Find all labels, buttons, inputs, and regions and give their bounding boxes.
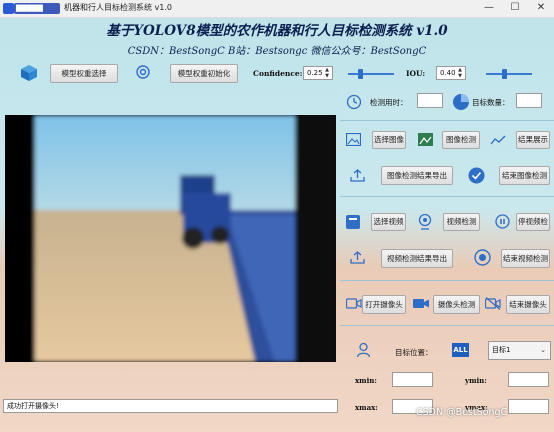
iou-label: IOU: (406, 69, 426, 78)
app-window: ▇▇▇▇▇ 机器和行人目标检测系统 v1.0 — ☐ ✕ 基于YOLOV8模型的… (0, 0, 554, 432)
select-weights-button[interactable]: 模型权重选择 (50, 64, 118, 83)
end-camera-button[interactable]: 结束摄像头 (506, 295, 550, 314)
xmin-value (392, 372, 433, 387)
logo-badge: ▇▇▇▇▇ (14, 3, 60, 14)
confidence-slider-handle[interactable] (358, 69, 363, 79)
confidence-slider[interactable] (348, 69, 394, 79)
upload-icon (350, 251, 365, 264)
image-icon (346, 133, 361, 146)
all-targets-icon: ALL (452, 343, 469, 357)
minimize-button[interactable]: — (476, 0, 502, 17)
divider (340, 280, 554, 281)
init-weights-button[interactable]: 模型权重初始化 (170, 64, 238, 83)
spin-down-icon[interactable]: ▼ (323, 73, 331, 79)
video-display (5, 115, 336, 362)
target-select[interactable]: 目标1 ⌄ (488, 341, 551, 360)
webcam-icon (418, 214, 432, 230)
detect-image-button[interactable]: 图像检测 (442, 131, 480, 149)
iou-slider[interactable] (486, 69, 532, 79)
watermark: CSDN @BestSongC (416, 407, 508, 418)
ymax-value (508, 399, 549, 414)
spin-down-icon[interactable]: ▼ (456, 73, 464, 79)
clock-icon (346, 94, 362, 110)
detect-time-label: 检测用时： (370, 98, 408, 107)
show-result-button[interactable]: 结果展示 (516, 131, 550, 149)
location-user-icon (356, 342, 371, 358)
camera-detect-button[interactable]: 摄像头检测 (433, 295, 480, 314)
confidence-label: Confidence: (253, 69, 303, 78)
camera-frame-image (5, 115, 336, 362)
xmax-label: xmax: (355, 403, 378, 412)
export-image-result-button[interactable]: 图像检测结果导出 (381, 166, 453, 185)
upload-icon (350, 169, 365, 182)
status-bar: 成功打开摄像头! (3, 399, 338, 413)
stop-video-detect-button[interactable]: 停视频检 (516, 213, 550, 231)
target-count-label: 目标数量： (472, 98, 510, 107)
end-image-detect-button[interactable]: 结束图像检测 (499, 166, 550, 185)
divider (340, 196, 554, 197)
camera-outline-icon (346, 298, 362, 309)
window-title: 机器和行人目标检测系统 v1.0 (64, 3, 172, 12)
line-chart-icon (490, 135, 506, 145)
target-count-value (516, 93, 542, 108)
close-button[interactable]: ✕ (528, 0, 554, 17)
camera-off-icon (485, 297, 501, 310)
target-position-label: 目标位置： (395, 348, 433, 357)
target-settings-icon[interactable] (135, 64, 151, 80)
detect-time-value (417, 93, 443, 108)
cube-icon (21, 65, 37, 81)
check-circle-icon (468, 167, 485, 184)
detect-video-button[interactable]: 视频检测 (443, 213, 480, 231)
export-video-result-button[interactable]: 视频检测结果导出 (381, 249, 453, 268)
chevron-down-icon: ⌄ (540, 346, 546, 354)
video-file-icon (346, 215, 360, 229)
end-video-detect-button[interactable]: 结束视频检测 (501, 249, 550, 268)
target-select-value: 目标1 (492, 346, 511, 354)
title-bar: ▇▇▇▇▇ 机器和行人目标检测系统 v1.0 — ☐ ✕ (0, 0, 554, 18)
image-detect-icon (418, 133, 433, 146)
ymin-value (508, 372, 549, 387)
record-stop-icon (474, 249, 491, 266)
xmin-label: xmin: (355, 376, 377, 385)
page-subtitle: CSDN：BestSongC B站：Bestsongc 微信公众号：BestSo… (127, 46, 427, 57)
select-image-button[interactable]: 选择图像 (372, 131, 406, 149)
open-camera-button[interactable]: 打开摄像头 (362, 295, 406, 314)
maximize-button[interactable]: ☐ (502, 0, 528, 17)
divider (340, 120, 554, 121)
pause-icon (495, 214, 510, 229)
divider (340, 325, 554, 326)
camera-icon (413, 299, 429, 308)
select-video-button[interactable]: 选择视频 (371, 213, 406, 231)
page-title: 基于YOLOV8模型的农作机器和行人目标检测系统 v1.0 (106, 23, 448, 39)
iou-slider-handle[interactable] (502, 69, 507, 79)
app-icon (3, 3, 14, 14)
ymin-label: ymin: (465, 376, 487, 385)
pie-chart-icon (453, 94, 469, 110)
